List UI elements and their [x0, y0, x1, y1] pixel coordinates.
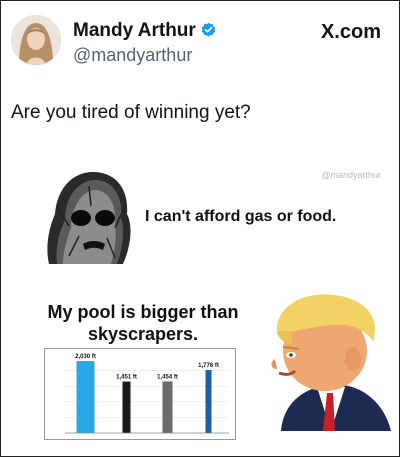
chart-bar	[122, 381, 131, 433]
chart-bar	[205, 370, 212, 433]
author-name-text: Mandy Arthur	[73, 20, 196, 41]
panel1-caption: I can't afford gas or food.	[145, 208, 337, 225]
brand-label: X.com	[320, 21, 381, 43]
chart-data-label: 2,030 ft	[75, 354, 96, 360]
tweet-header: Mandy Arthur @mandyarthur X.com	[11, 15, 389, 71]
chart-data-label: 1,454 ft	[157, 374, 178, 380]
chart-bar	[162, 381, 173, 433]
chart-data-label: 1,451 ft	[116, 375, 137, 381]
chart-data-label: 1,776 ft	[198, 363, 219, 369]
verified-badge-icon	[200, 21, 217, 44]
panel2-caption: My pool is bigger than skyscrapers.	[47, 302, 239, 344]
watermark: @mandyarthur	[321, 170, 381, 180]
tweet-card: Mandy Arthur @mandyarthur X.com Are you …	[0, 0, 400, 457]
trump-caricature-icon	[261, 289, 393, 431]
chart-bar	[76, 361, 95, 433]
building-height-chart: 2,030 ft 1,451 ft 1,454 ft 1,776 ft	[44, 348, 236, 440]
chart-canvas: 2,030 ft 1,451 ft 1,454 ft 1,776 ft	[65, 354, 229, 434]
author-handle[interactable]: @mandyarthur	[73, 45, 192, 66]
meme-image[interactable]: @mandyarthur I can't afford gas or food.…	[11, 144, 391, 449]
avatar[interactable]	[11, 15, 61, 65]
avatar-photo-icon	[11, 15, 61, 65]
sad-wojak-icon	[39, 166, 139, 266]
x-logo-icon[interactable]: X.com	[321, 21, 381, 44]
author-name[interactable]: Mandy Arthur	[73, 20, 217, 44]
tweet-text: Are you tired of winning yet?	[11, 102, 251, 123]
